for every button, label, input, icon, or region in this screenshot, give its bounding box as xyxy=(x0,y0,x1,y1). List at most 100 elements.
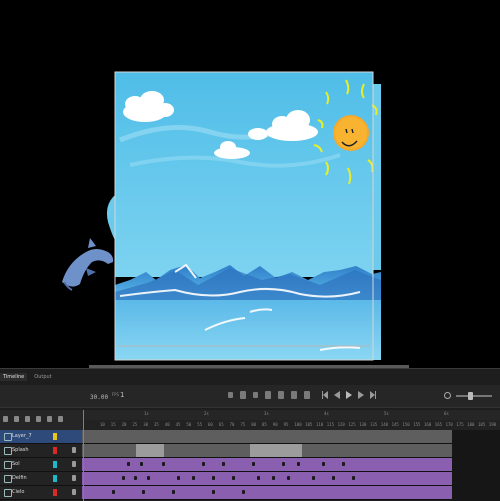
keyframe-marker[interactable] xyxy=(212,490,215,494)
lock-icon[interactable] xyxy=(58,416,63,422)
keyframe-marker[interactable] xyxy=(352,476,355,480)
ruler-frame-label: 65 xyxy=(218,422,224,427)
keyframe-marker[interactable] xyxy=(202,462,205,466)
keyframe-marker[interactable] xyxy=(312,476,315,480)
layer-name[interactable]: Delfin xyxy=(12,475,27,481)
keyframe-marker[interactable] xyxy=(177,476,180,480)
edit-multiple-frames-icon[interactable] xyxy=(278,391,284,399)
fps-unit: FPS xyxy=(111,392,119,397)
first-frame-icon[interactable] xyxy=(322,391,328,399)
ruler-frame-label: 185 xyxy=(478,422,486,427)
eye-icon[interactable] xyxy=(47,416,52,422)
last-frame-icon[interactable] xyxy=(370,391,376,399)
layer-track[interactable] xyxy=(82,444,452,458)
new-layer-icon[interactable] xyxy=(3,416,8,422)
layer-name[interactable]: Splash xyxy=(12,447,29,453)
layer-track[interactable] xyxy=(82,430,452,444)
keyframe-marker[interactable] xyxy=(192,476,195,480)
keyframe-marker[interactable] xyxy=(342,462,345,466)
tab-timeline[interactable]: Timeline xyxy=(0,373,28,381)
ruler-second-label: 3s xyxy=(264,411,269,416)
tab-output[interactable]: Output xyxy=(31,373,54,381)
ruler-frame-label: 55 xyxy=(197,422,203,427)
frame-ruler-numbers[interactable]: 10 15 20 25 30 35 40 45 50 55 60 65 70 75 80 85 90 95 100 1… xyxy=(82,420,500,430)
layer-track[interactable] xyxy=(82,458,452,472)
next-keyframe-icon[interactable] xyxy=(253,392,258,398)
layer-row[interactable]: Layer_7 xyxy=(0,430,82,444)
keyframe-marker[interactable] xyxy=(257,476,260,480)
keyframe-marker[interactable] xyxy=(287,476,290,480)
keyframe-marker[interactable] xyxy=(112,490,115,494)
layer-row[interactable]: Splash xyxy=(0,444,82,458)
keyframe-marker[interactable] xyxy=(162,462,165,466)
playback-controls xyxy=(322,391,376,399)
layer-color-swatch[interactable] xyxy=(53,461,57,468)
keyframe-marker[interactable] xyxy=(172,490,175,494)
insert-blank-keyframe-icon[interactable] xyxy=(304,391,310,399)
keyframe-marker[interactable] xyxy=(140,462,143,466)
keyframe-marker[interactable] xyxy=(252,462,255,466)
ruler-frame-label: 115 xyxy=(326,422,335,427)
keyframe-marker[interactable] xyxy=(147,476,150,480)
layer-row[interactable]: Cielo xyxy=(0,486,82,500)
delete-layer-icon[interactable] xyxy=(25,416,30,422)
layer-name[interactable]: Sol xyxy=(12,461,20,467)
fps-display[interactable]: 30.00 FPS xyxy=(90,392,119,401)
keyframe-marker[interactable] xyxy=(242,490,245,494)
create-tween-icon[interactable] xyxy=(291,391,297,399)
step-back-icon[interactable] xyxy=(334,391,340,399)
lock-icon[interactable] xyxy=(72,475,76,481)
keyframe-marker[interactable] xyxy=(232,476,235,480)
layer-color-swatch[interactable] xyxy=(53,433,57,440)
tween-span[interactable] xyxy=(250,444,302,457)
fit-icon[interactable] xyxy=(444,392,451,399)
keyframe-marker[interactable] xyxy=(142,490,145,494)
layer-name[interactable]: Cielo xyxy=(12,489,24,495)
keyframe-marker[interactable] xyxy=(332,476,335,480)
layer-color-swatch[interactable] xyxy=(53,447,57,454)
keyframe-marker[interactable] xyxy=(222,462,225,466)
keyframe-marker[interactable] xyxy=(134,476,137,480)
zoom-slider[interactable] xyxy=(456,391,492,400)
layer-row[interactable]: Delfin xyxy=(0,472,82,486)
layer-row[interactable]: Sol xyxy=(0,458,82,472)
play-icon[interactable] xyxy=(346,391,352,399)
playhead[interactable] xyxy=(83,410,84,501)
layer-type-icon xyxy=(4,461,12,469)
zoom-slider-knob[interactable] xyxy=(468,391,473,400)
ruler-frame-label: 30 xyxy=(143,422,149,427)
new-folder-icon[interactable] xyxy=(14,416,19,422)
step-forward-icon[interactable] xyxy=(358,391,364,399)
ruler-frame-label: 70 xyxy=(229,422,235,427)
onion-skin-icon[interactable] xyxy=(265,391,271,399)
keyframe-marker[interactable] xyxy=(322,462,325,466)
layer-name[interactable]: Layer_7 xyxy=(12,433,32,439)
keyframe-marker[interactable] xyxy=(282,462,285,466)
ruler-second-label: 4s xyxy=(324,411,329,416)
prev-keyframe-icon[interactable] xyxy=(228,392,233,398)
lock-icon[interactable] xyxy=(72,489,76,495)
ruler-second-label: 2s xyxy=(204,411,209,416)
lock-icon[interactable] xyxy=(72,447,76,453)
keyframe-marker[interactable] xyxy=(297,462,300,466)
stage[interactable] xyxy=(0,0,500,368)
current-frame[interactable]: 1 xyxy=(120,391,124,399)
keyframe-marker[interactable] xyxy=(122,476,125,480)
insert-keyframe-icon[interactable] xyxy=(240,391,246,399)
lock-icon[interactable] xyxy=(72,461,76,467)
keyframe-marker[interactable] xyxy=(212,476,215,480)
tween-span[interactable] xyxy=(136,444,164,457)
layer-track[interactable] xyxy=(82,472,452,486)
fps-value: 30.00 xyxy=(90,394,109,401)
ruler-frame-label: 155 xyxy=(413,422,421,427)
stage-canvas[interactable] xyxy=(0,0,500,368)
layer-color-swatch[interactable] xyxy=(53,475,57,482)
keyframe-marker[interactable] xyxy=(272,476,275,480)
frame-ruler[interactable]: 1s 2s 3s 4s 5s 6s xyxy=(82,410,500,420)
layer-color-swatch[interactable] xyxy=(53,489,57,496)
ruler-frame-label: 60 xyxy=(208,422,213,427)
layer-type-icon xyxy=(4,489,12,497)
highlight-icon[interactable] xyxy=(36,416,41,422)
layer-track[interactable] xyxy=(82,486,452,500)
keyframe-marker[interactable] xyxy=(127,462,130,466)
